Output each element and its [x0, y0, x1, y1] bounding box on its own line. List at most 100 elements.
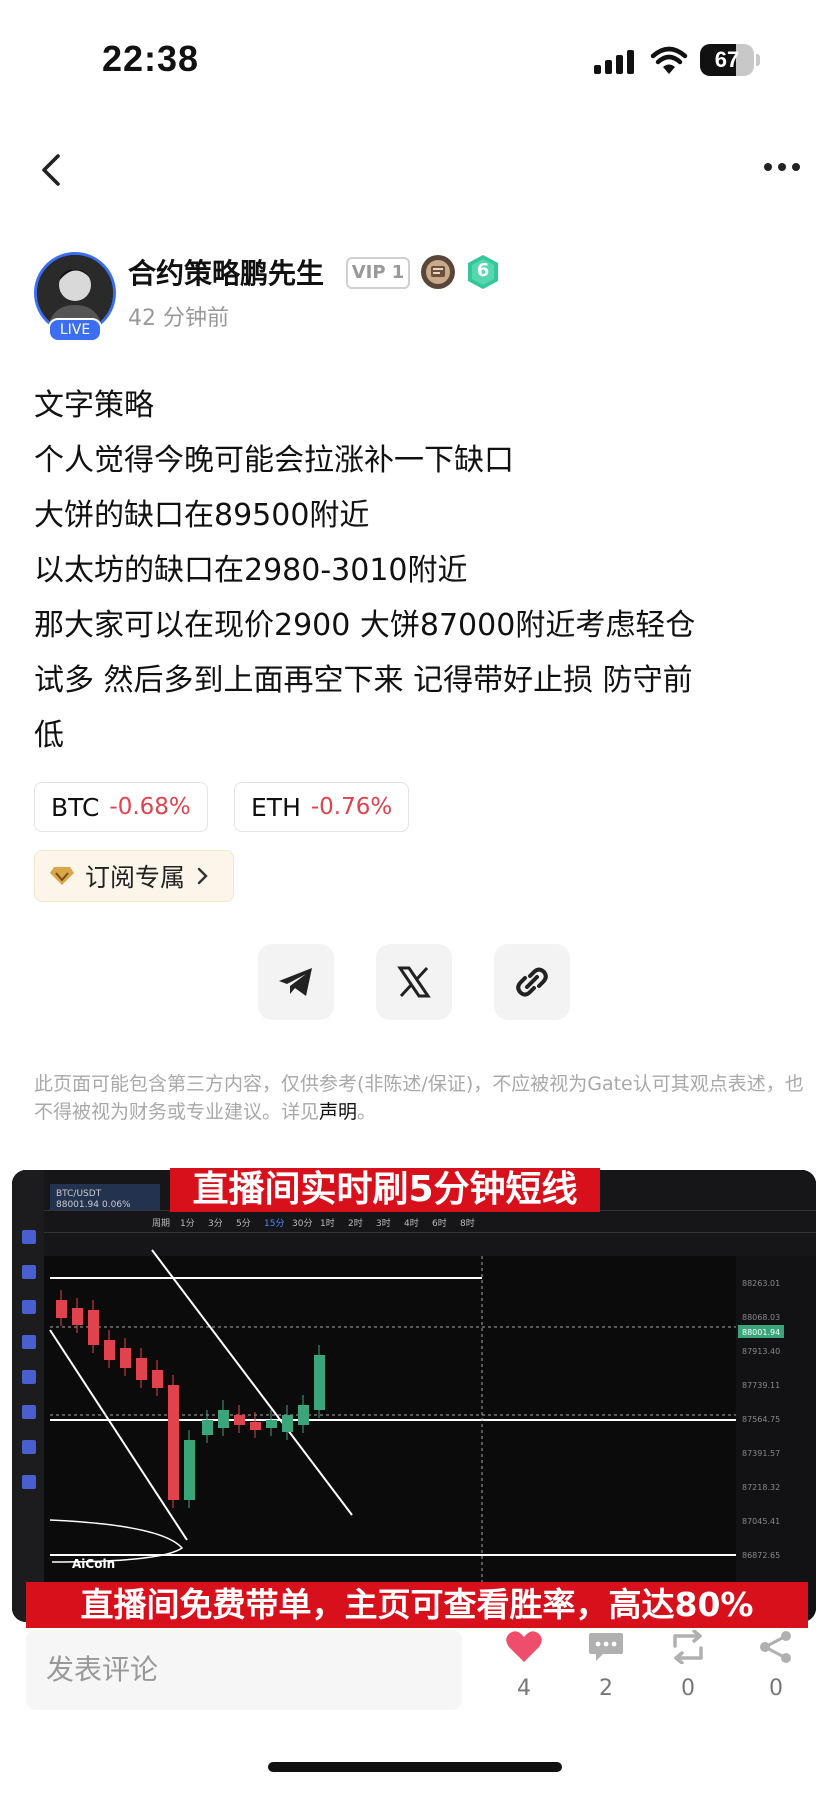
live-video-overlay[interactable]: BTC/USDT 88001.94 0.06% 周期 1分 3分 5分 15分 30分 1时… [12, 1170, 816, 1622]
post-line: 试多 然后多到上面再空下来 记得带好止损 防守前 [34, 663, 693, 698]
copy-link-button[interactable] [494, 944, 570, 1020]
status-time: 22:38 [102, 38, 200, 79]
post-line: 个人觉得今晚可能会拉涨补一下缺口 [34, 443, 514, 478]
repost-button[interactable]: 0 [658, 1629, 718, 1701]
timeframe-tab[interactable]: 3分 [208, 1218, 223, 1229]
repost-icon [673, 1629, 703, 1665]
aicoin-watermark: AiCoin [72, 1557, 115, 1571]
subscribe-label: 订阅专属 [85, 863, 186, 892]
vip-badge: VIP 1 [346, 257, 410, 289]
timeframe-tab[interactable]: 30分 [292, 1218, 312, 1229]
timeframe-tab[interactable]: 1时 [320, 1217, 335, 1229]
candle-body [72, 1308, 83, 1325]
candle-body [184, 1440, 195, 1500]
timeframe-tab[interactable]: 15分 [264, 1218, 284, 1229]
comment-icon [589, 1633, 623, 1661]
level-badge: 6 [466, 254, 500, 290]
author-medal-icon [421, 255, 455, 289]
candle-body [104, 1340, 115, 1360]
share-telegram-button[interactable] [258, 944, 334, 1020]
post-line: 以太坊的缺口在2980-3010附近 [34, 553, 468, 588]
axis-price-label: 87045.41 [742, 1517, 780, 1526]
candle-body [298, 1405, 309, 1425]
candle-body [234, 1415, 245, 1425]
live-banner-bottom: 直播间免费带单，主页可查看胜率，高达80% [26, 1582, 808, 1628]
timeframe-tab[interactable]: 4时 [404, 1217, 419, 1229]
timeframe-tab[interactable]: 8时 [460, 1217, 475, 1229]
x-icon [397, 966, 431, 998]
disclaimer: 此页面可能包含第三方内容，仅供参考(非陈述/保证)，不应被视为Gate认可其观点… [34, 1070, 804, 1126]
candle-body [314, 1355, 325, 1410]
chevron-right-icon [197, 867, 208, 885]
ticker-symbol: BTC [51, 792, 100, 822]
comment-button[interactable]: 2 [576, 1630, 636, 1701]
level-number: 6 [476, 260, 490, 281]
live-banner-top: 直播间实时刷5分钟短线 [170, 1168, 600, 1212]
timeframe-tab[interactable]: 周期 [152, 1218, 170, 1229]
timeframe-tab[interactable]: 2时 [348, 1217, 363, 1229]
subscribe-button[interactable]: 订阅专属 [34, 850, 234, 902]
repost-count: 0 [681, 1676, 695, 1701]
candle-body [56, 1300, 67, 1318]
post-line: 低 [34, 718, 64, 753]
candle-body [250, 1422, 261, 1430]
timeframe-tab[interactable]: 3时 [376, 1217, 391, 1229]
disclaimer-link[interactable]: 声明 [319, 1101, 357, 1123]
axis-price-label: 87218.32 [742, 1483, 780, 1492]
wifi-icon [650, 46, 688, 74]
post-time: 42 分钟前 [128, 306, 229, 331]
post-line: 文字策略 [34, 388, 154, 423]
cellular-signal-icon [594, 48, 638, 74]
candle-body [168, 1385, 179, 1500]
more-options-icon[interactable] [762, 160, 802, 174]
pair-pct: 0.06% [102, 1200, 131, 1210]
like-button[interactable]: 4 [494, 1630, 554, 1701]
like-count: 4 [517, 1676, 531, 1701]
axis-price-label: 87391.57 [742, 1449, 780, 1458]
battery-icon: 67 [700, 44, 754, 76]
home-indicator[interactable] [268, 1762, 562, 1772]
candle-body [136, 1358, 147, 1380]
share-button[interactable]: 0 [746, 1630, 806, 1701]
share-x-button[interactable] [376, 944, 452, 1020]
candle-body [88, 1310, 99, 1345]
candle-body [266, 1420, 277, 1428]
ticker-symbol: ETH [251, 792, 301, 822]
chart-screenshot: BTC/USDT 88001.94 0.06% 周期 1分 3分 5分 15分 30分 1时… [12, 1170, 816, 1622]
candle-body [282, 1415, 293, 1432]
price-tag: 88001.94 [742, 1328, 780, 1337]
timeframe-tab[interactable]: 6时 [432, 1217, 447, 1229]
axis-price-label: 87913.40 [742, 1347, 780, 1356]
post-line: 大饼的缺口在89500附近 [34, 498, 370, 533]
axis-price-label: 87564.75 [742, 1415, 780, 1424]
pair-price: 88001.94 [56, 1200, 99, 1210]
ticker-change: -0.76% [310, 794, 393, 820]
timeframe-tab[interactable]: 1分 [180, 1218, 195, 1229]
comment-input[interactable]: 发表评论 [26, 1630, 462, 1710]
timeframe-tab[interactable]: 5分 [236, 1218, 251, 1229]
battery-tip [756, 54, 760, 66]
telegram-icon [279, 968, 312, 996]
candle-body [120, 1348, 131, 1368]
axis-price-label: 88068.03 [742, 1313, 780, 1322]
post-line: 那大家可以在现价2900 大饼87000附近考虑轻仓 [34, 608, 696, 643]
axis-price-label: 88263.01 [742, 1279, 780, 1288]
candle-body [218, 1410, 229, 1428]
candle-body [152, 1370, 163, 1388]
ticker-chip-eth[interactable]: ETH -0.76% [234, 782, 410, 832]
axis-price-label: 87739.11 [742, 1381, 780, 1390]
ticker-chip-btc[interactable]: BTC -0.68% [34, 782, 208, 832]
candle-body [202, 1420, 213, 1435]
diamond-icon [50, 867, 74, 885]
heart-icon [506, 1631, 542, 1662]
axis-price-label: 86872.65 [742, 1551, 780, 1560]
author-name[interactable]: 合约策略鹏先生 [128, 252, 324, 292]
share-icon [760, 1631, 791, 1663]
ticker-change: -0.68% [109, 794, 191, 820]
battery-level: 67 [714, 47, 740, 72]
back-arrow-icon[interactable] [38, 152, 64, 188]
pair-label: BTC/USDT [56, 1189, 102, 1199]
live-badge: LIVE [48, 318, 102, 342]
disclaimer-text: 此页面可能包含第三方内容，仅供参考(非陈述/保证)，不应被视为Gate认可其观点… [34, 1073, 804, 1123]
post-body: 文字策略 个人觉得今晚可能会拉涨补一下缺口 大饼的缺口在89500附近 以太坊的… [34, 378, 804, 763]
